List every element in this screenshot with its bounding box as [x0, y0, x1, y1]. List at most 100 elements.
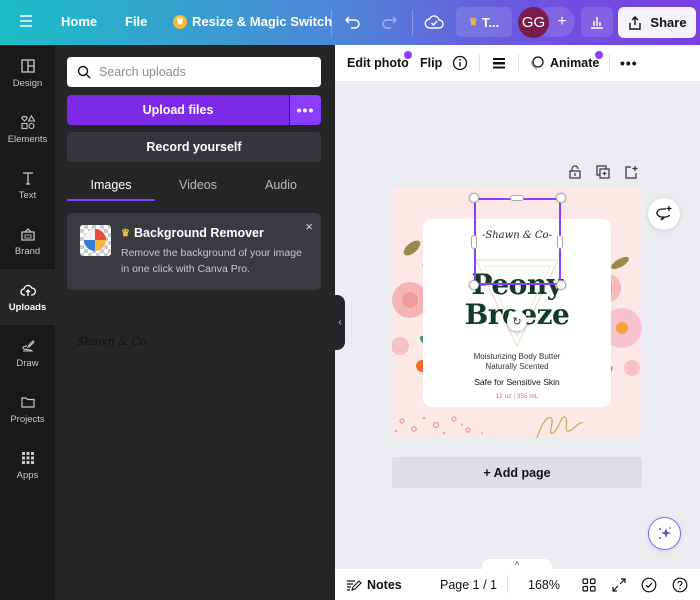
rail-item-projects[interactable]: Projects [0, 381, 55, 437]
layout-icon [20, 58, 35, 73]
folder-icon [20, 396, 35, 408]
add-page-button[interactable]: + Add page [392, 457, 642, 488]
divider [518, 54, 519, 72]
help-button[interactable] [672, 569, 688, 600]
side-rail: Design Elements Text Brand Uploads Draw … [0, 45, 55, 600]
animate-button[interactable]: Animate [529, 45, 599, 81]
upload-files-button[interactable]: Upload files [67, 95, 289, 125]
notes-button[interactable]: Notes [346, 569, 402, 600]
shapes-icon [20, 114, 35, 129]
page-indicator[interactable]: Page 1 / 1 [440, 569, 497, 600]
promo-title-text: Background Remover [133, 226, 264, 240]
animate-label: Animate [550, 56, 600, 70]
chevron-left-icon: ‹ [338, 317, 342, 328]
search-box[interactable] [67, 57, 321, 87]
team-button[interactable]: ♛ T... [456, 7, 512, 37]
resize-handle-top-left[interactable] [469, 193, 479, 203]
insights-button[interactable] [581, 7, 613, 37]
share-label: Share [650, 15, 687, 30]
crown-icon: ♛ [121, 227, 130, 239]
main-menu-button[interactable] [18, 13, 34, 29]
save-status-button[interactable] [424, 13, 444, 31]
product-title-line1[interactable]: Peony [392, 268, 642, 301]
rail-item-brand[interactable]: Brand [0, 213, 55, 269]
divider [331, 10, 332, 36]
resize-handle-top[interactable] [510, 195, 524, 201]
flip-button[interactable]: Flip [420, 45, 442, 81]
rail-item-draw[interactable]: Draw [0, 325, 55, 381]
tab-images[interactable]: Images [67, 171, 155, 199]
cloud-upload-icon [19, 284, 36, 296]
pen-icon [21, 339, 35, 352]
resize-handle-bottom-left[interactable] [469, 280, 479, 290]
team-label: T... [481, 14, 500, 30]
rail-label: Elements [7, 133, 48, 145]
magic-assistant-button[interactable] [648, 517, 681, 550]
resize-button[interactable]: ♛ Resize & Magic Switch [173, 14, 332, 29]
avatar[interactable]: GG [518, 7, 549, 38]
tab-videos[interactable]: Videos [155, 171, 241, 199]
brand-logo-text[interactable]: -Shawn & Co- [392, 230, 642, 241]
add-user-icon: + [557, 13, 567, 30]
record-yourself-button[interactable]: Record yourself [67, 132, 321, 162]
add-page-icon [625, 166, 638, 179]
more-options-button[interactable]: ••• [620, 45, 638, 81]
zoom-level[interactable]: 168% [528, 569, 560, 600]
rail-label: Draw [16, 357, 39, 369]
close-icon[interactable]: × [305, 219, 313, 234]
product-subtitle2[interactable]: Naturally Scented [392, 362, 642, 371]
search-input[interactable] [99, 65, 299, 79]
resize-handle-left[interactable] [471, 235, 477, 249]
rail-label: Text [18, 189, 37, 201]
gold-scribble-decoration [536, 416, 584, 438]
tab-audio[interactable]: Audio [241, 171, 321, 199]
uploaded-image-thumbnail[interactable]: Shawn & Co. [77, 335, 150, 348]
resize-handle-right[interactable] [557, 235, 563, 249]
check-button[interactable] [641, 569, 657, 600]
cloud-check-icon [424, 15, 444, 29]
sparkle-icon [658, 526, 671, 539]
rail-item-apps[interactable]: Apps [0, 437, 55, 493]
beach-ball-icon [84, 229, 106, 251]
background-remover-promo[interactable]: ♛ Background Remover Remove the backgrou… [67, 213, 321, 290]
lock-button[interactable] [568, 165, 582, 179]
file-menu-button[interactable]: File [125, 14, 147, 29]
duplicate-page-button[interactable] [596, 165, 610, 179]
resize-handle-top-right[interactable] [556, 193, 566, 203]
uploads-panel: Upload files ••• Record yourself Images … [55, 45, 335, 600]
footer-bar: Notes Page 1 / 1 168% [335, 569, 700, 600]
upload-more-button[interactable]: ••• [290, 95, 321, 125]
brand-kit-icon [20, 227, 35, 241]
rotate-handle[interactable]: ↻ [507, 311, 527, 331]
product-subtitle1[interactable]: Moisturizing Body Butter [392, 352, 642, 361]
beach-ball-thumbnail [80, 225, 111, 256]
new-feature-dot [404, 51, 412, 59]
home-button[interactable]: Home [61, 14, 97, 29]
add-page-icon-button[interactable] [624, 165, 638, 179]
fullscreen-button[interactable] [612, 569, 626, 600]
position-icon [493, 58, 505, 69]
product-tagline[interactable]: Safe for Sensitive Skin [392, 377, 642, 387]
grid-view-icon [582, 577, 596, 592]
bar-chart-icon [591, 17, 603, 29]
rail-item-text[interactable]: Text [0, 157, 55, 213]
resize-handle-bottom-right[interactable] [556, 280, 566, 290]
product-size[interactable]: 12 oz | 355 mL [392, 393, 642, 400]
notes-label: Notes [367, 577, 402, 592]
redo-button[interactable] [380, 13, 398, 31]
rail-item-elements[interactable]: Elements [0, 101, 55, 157]
edit-photo-button[interactable]: Edit photo [347, 45, 409, 81]
flip-label: Flip [420, 56, 443, 70]
add-comment-button[interactable] [648, 198, 680, 230]
collapse-panel-handle[interactable]: ‹ [335, 295, 345, 350]
share-button[interactable]: Share [618, 7, 696, 38]
undo-button[interactable] [344, 13, 362, 31]
rail-item-uploads[interactable]: Uploads [0, 269, 55, 325]
divider [412, 10, 413, 36]
page-actions [568, 165, 638, 179]
position-button[interactable] [491, 45, 507, 81]
text-icon [22, 171, 33, 185]
info-button[interactable] [452, 45, 468, 81]
grid-view-button[interactable] [582, 569, 596, 600]
rail-item-design[interactable]: Design [0, 45, 55, 101]
